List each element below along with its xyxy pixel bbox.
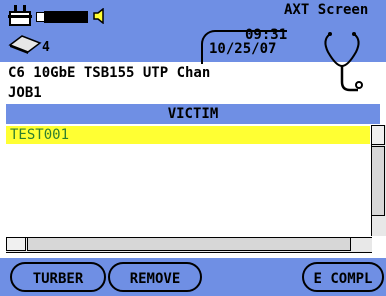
scroll-left-button[interactable] — [6, 237, 26, 251]
stethoscope-icon[interactable] — [320, 30, 364, 96]
e-compl-button[interactable]: E COMPL — [302, 262, 384, 292]
table-row[interactable]: TEST001 — [6, 126, 370, 144]
battery-icon — [44, 11, 88, 23]
remove-button[interactable]: REMOVE — [108, 262, 202, 292]
vertical-scroll-thumb[interactable] — [371, 146, 385, 216]
scroll-up-button[interactable] — [371, 125, 385, 145]
speaker-icon[interactable] — [92, 8, 108, 24]
cable-type-label: C6 10GbE TSB155 UTP Chan — [8, 65, 211, 81]
power-plug-icon — [8, 5, 32, 26]
table-column-header: VICTIM — [6, 104, 380, 124]
app-title: AXT Screen — [284, 2, 369, 18]
turber-button[interactable]: TURBER — [10, 262, 106, 292]
card-count: 4 — [42, 40, 50, 55]
memory-card-icon — [8, 35, 42, 54]
horizontal-scroll-thumb[interactable] — [27, 237, 351, 251]
job-label: JOB1 — [8, 85, 42, 101]
clock-date: 10/25/07 — [209, 41, 277, 57]
